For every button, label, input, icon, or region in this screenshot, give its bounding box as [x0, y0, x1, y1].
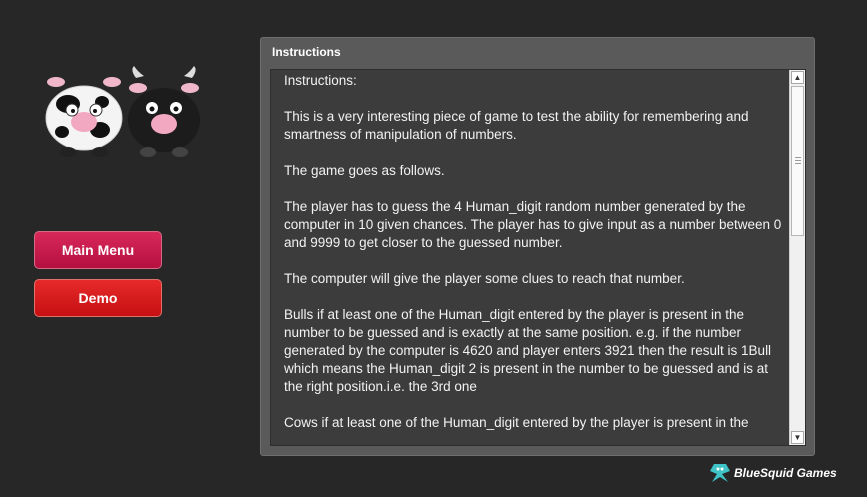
brand-name: BlueSquid Games — [734, 466, 837, 480]
paragraph: Cows if at least one of the Human_digit … — [284, 415, 749, 430]
white-cow-icon — [45, 77, 123, 157]
brand-logo: BlueSquid Games — [708, 462, 837, 484]
grip-line — [795, 157, 801, 158]
paragraph: The computer will give the player some c… — [284, 271, 685, 286]
paragraph: Instructions: — [284, 73, 357, 88]
main-menu-button[interactable]: Main Menu — [34, 231, 162, 269]
instructions-text: Instructions: This is a very interesting… — [284, 72, 784, 445]
demo-button[interactable]: Demo — [34, 279, 162, 317]
black-cow-icon — [128, 66, 200, 157]
paragraph: This is a very interesting piece of game… — [284, 109, 749, 142]
cow-logo-icon — [40, 66, 208, 162]
grip-line — [795, 163, 801, 164]
paragraph: Bulls if at least one of the Human_digit… — [284, 307, 772, 394]
panel-title: Instructions — [272, 45, 341, 59]
paragraph: The player has to guess the 4 Human_digi… — [284, 199, 782, 250]
bluesquid-icon — [710, 464, 730, 482]
grip-line — [795, 160, 801, 161]
scroll-thumb[interactable] — [791, 86, 804, 236]
instructions-textarea[interactable]: Instructions: This is a very interesting… — [270, 69, 806, 446]
scroll-down-arrow-icon[interactable]: ▼ — [791, 431, 804, 444]
vertical-scrollbar[interactable]: ▲ ▼ — [789, 70, 805, 445]
instructions-panel: Instructions Instructions: This is a ver… — [260, 37, 815, 456]
paragraph: The game goes as follows. — [284, 163, 445, 178]
scroll-up-arrow-icon[interactable]: ▲ — [791, 71, 804, 84]
